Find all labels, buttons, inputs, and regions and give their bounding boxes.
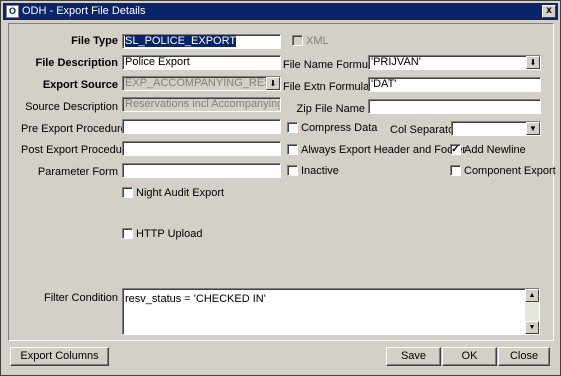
file-type-label: File Type [71,35,118,47]
xml-label: XML [306,35,329,47]
window-close-button[interactable]: x [542,5,556,18]
component-export-label: Component Export [464,165,556,177]
source-description-field: Reservations incl Accompanying Gues [122,97,281,112]
source-description-label: Source Description [25,101,118,113]
compress-data-checkbox[interactable] [287,122,298,133]
filter-condition-textarea[interactable]: resv_status = 'CHECKED IN' ▲ ▼ [122,288,540,335]
inactive-checkbox[interactable] [287,165,298,176]
post-export-procedure-field[interactable] [122,141,281,156]
pre-export-procedure-field[interactable] [122,119,281,134]
pre-export-procedure-label: Pre Export Procedure [21,123,127,135]
filter-condition-label: Filter Condition [44,292,118,304]
always-export-header-footer-label: Always Export Header and Footer [301,144,467,156]
export-file-details-window: O ODH - Export File Details x File Type … [0,0,561,376]
file-extn-formula-field[interactable]: 'DAT' [368,77,541,92]
export-source-lov-icon[interactable]: ⬇ [266,77,280,90]
file-description-field[interactable]: Police Export [122,55,281,70]
night-audit-export-checkbox[interactable] [122,187,133,198]
scroll-down-icon[interactable]: ▼ [525,321,539,334]
compress-data-label: Compress Data [301,122,378,134]
scroll-up-icon[interactable]: ▲ [525,289,539,302]
filter-condition-value: resv_status = 'CHECKED IN' [125,293,266,305]
file-type-value: SL_POLICE_EXPORT [125,35,237,47]
file-name-formula-lov-icon[interactable]: ⬇ [526,56,540,69]
filter-condition-scrollbar[interactable]: ▲ ▼ [525,289,539,334]
app-icon: O [6,5,19,18]
export-source-label: Export Source [42,79,118,91]
http-upload-checkbox[interactable] [122,228,133,239]
file-type-field[interactable]: SL_POLICE_EXPORT [122,34,281,49]
export-columns-button[interactable]: Export Columns [10,347,109,366]
file-name-formula-label: File Name Formula [283,59,377,71]
night-audit-export-label: Night Audit Export [136,187,225,199]
always-export-header-footer-checkbox[interactable] [287,144,298,155]
component-export-checkbox[interactable] [450,165,461,176]
http-upload-label: HTTP Upload [136,228,203,240]
title-bar[interactable]: O ODH - Export File Details x [3,3,558,20]
xml-checkbox[interactable] [292,35,303,46]
inactive-label: Inactive [301,165,339,177]
save-button[interactable]: Save [386,347,441,366]
window-title: ODH - Export File Details [22,5,146,17]
zip-file-name-field[interactable] [368,99,541,114]
add-newline-checkbox[interactable]: ✓ [450,144,461,155]
post-export-procedure-label: Post Export Procedure [21,144,132,156]
file-extn-formula-label: File Extn Formula [283,81,370,93]
export-source-field[interactable]: EXP_ACCOMPANYING_RESV_VIE [122,76,281,91]
col-separator-label: Col Separator [390,124,458,136]
ok-button[interactable]: OK [442,347,497,366]
close-button[interactable]: Close [498,347,550,366]
parameter-form-label: Parameter Form [37,166,118,178]
file-name-formula-field[interactable]: 'PRIJVAN' [368,55,541,70]
zip-file-name-label: Zip File Name [296,103,365,115]
file-description-label: File Description [35,57,118,69]
col-separator-dropdown-icon[interactable]: ▼ [526,122,540,135]
add-newline-label: Add Newline [464,144,526,156]
parameter-form-field[interactable] [122,163,281,178]
